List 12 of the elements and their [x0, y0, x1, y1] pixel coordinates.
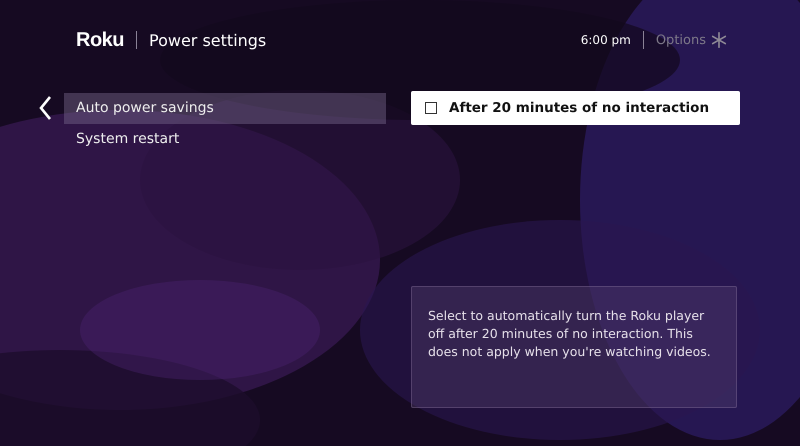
- option-label: After 20 minutes of no interaction: [449, 100, 710, 116]
- back-chevron-icon[interactable]: [38, 95, 52, 121]
- options-label: Options: [656, 32, 706, 48]
- checkbox[interactable]: [425, 102, 437, 114]
- checkbox-option[interactable]: After 20 minutes of no interaction: [411, 91, 740, 125]
- clock-time: 6:00 pm: [580, 33, 631, 47]
- page-title: Power settings: [149, 30, 266, 50]
- logo: Roku: [76, 28, 124, 52]
- info-text: Select to automatically turn the Roku player off after 20 minutes of no interaction. This does not apply when you're watching videos.: [428, 307, 712, 361]
- asterisk-icon: [710, 31, 728, 49]
- menu-item[interactable]: System restart: [64, 124, 386, 155]
- menu-item[interactable]: Auto power savings: [64, 93, 386, 124]
